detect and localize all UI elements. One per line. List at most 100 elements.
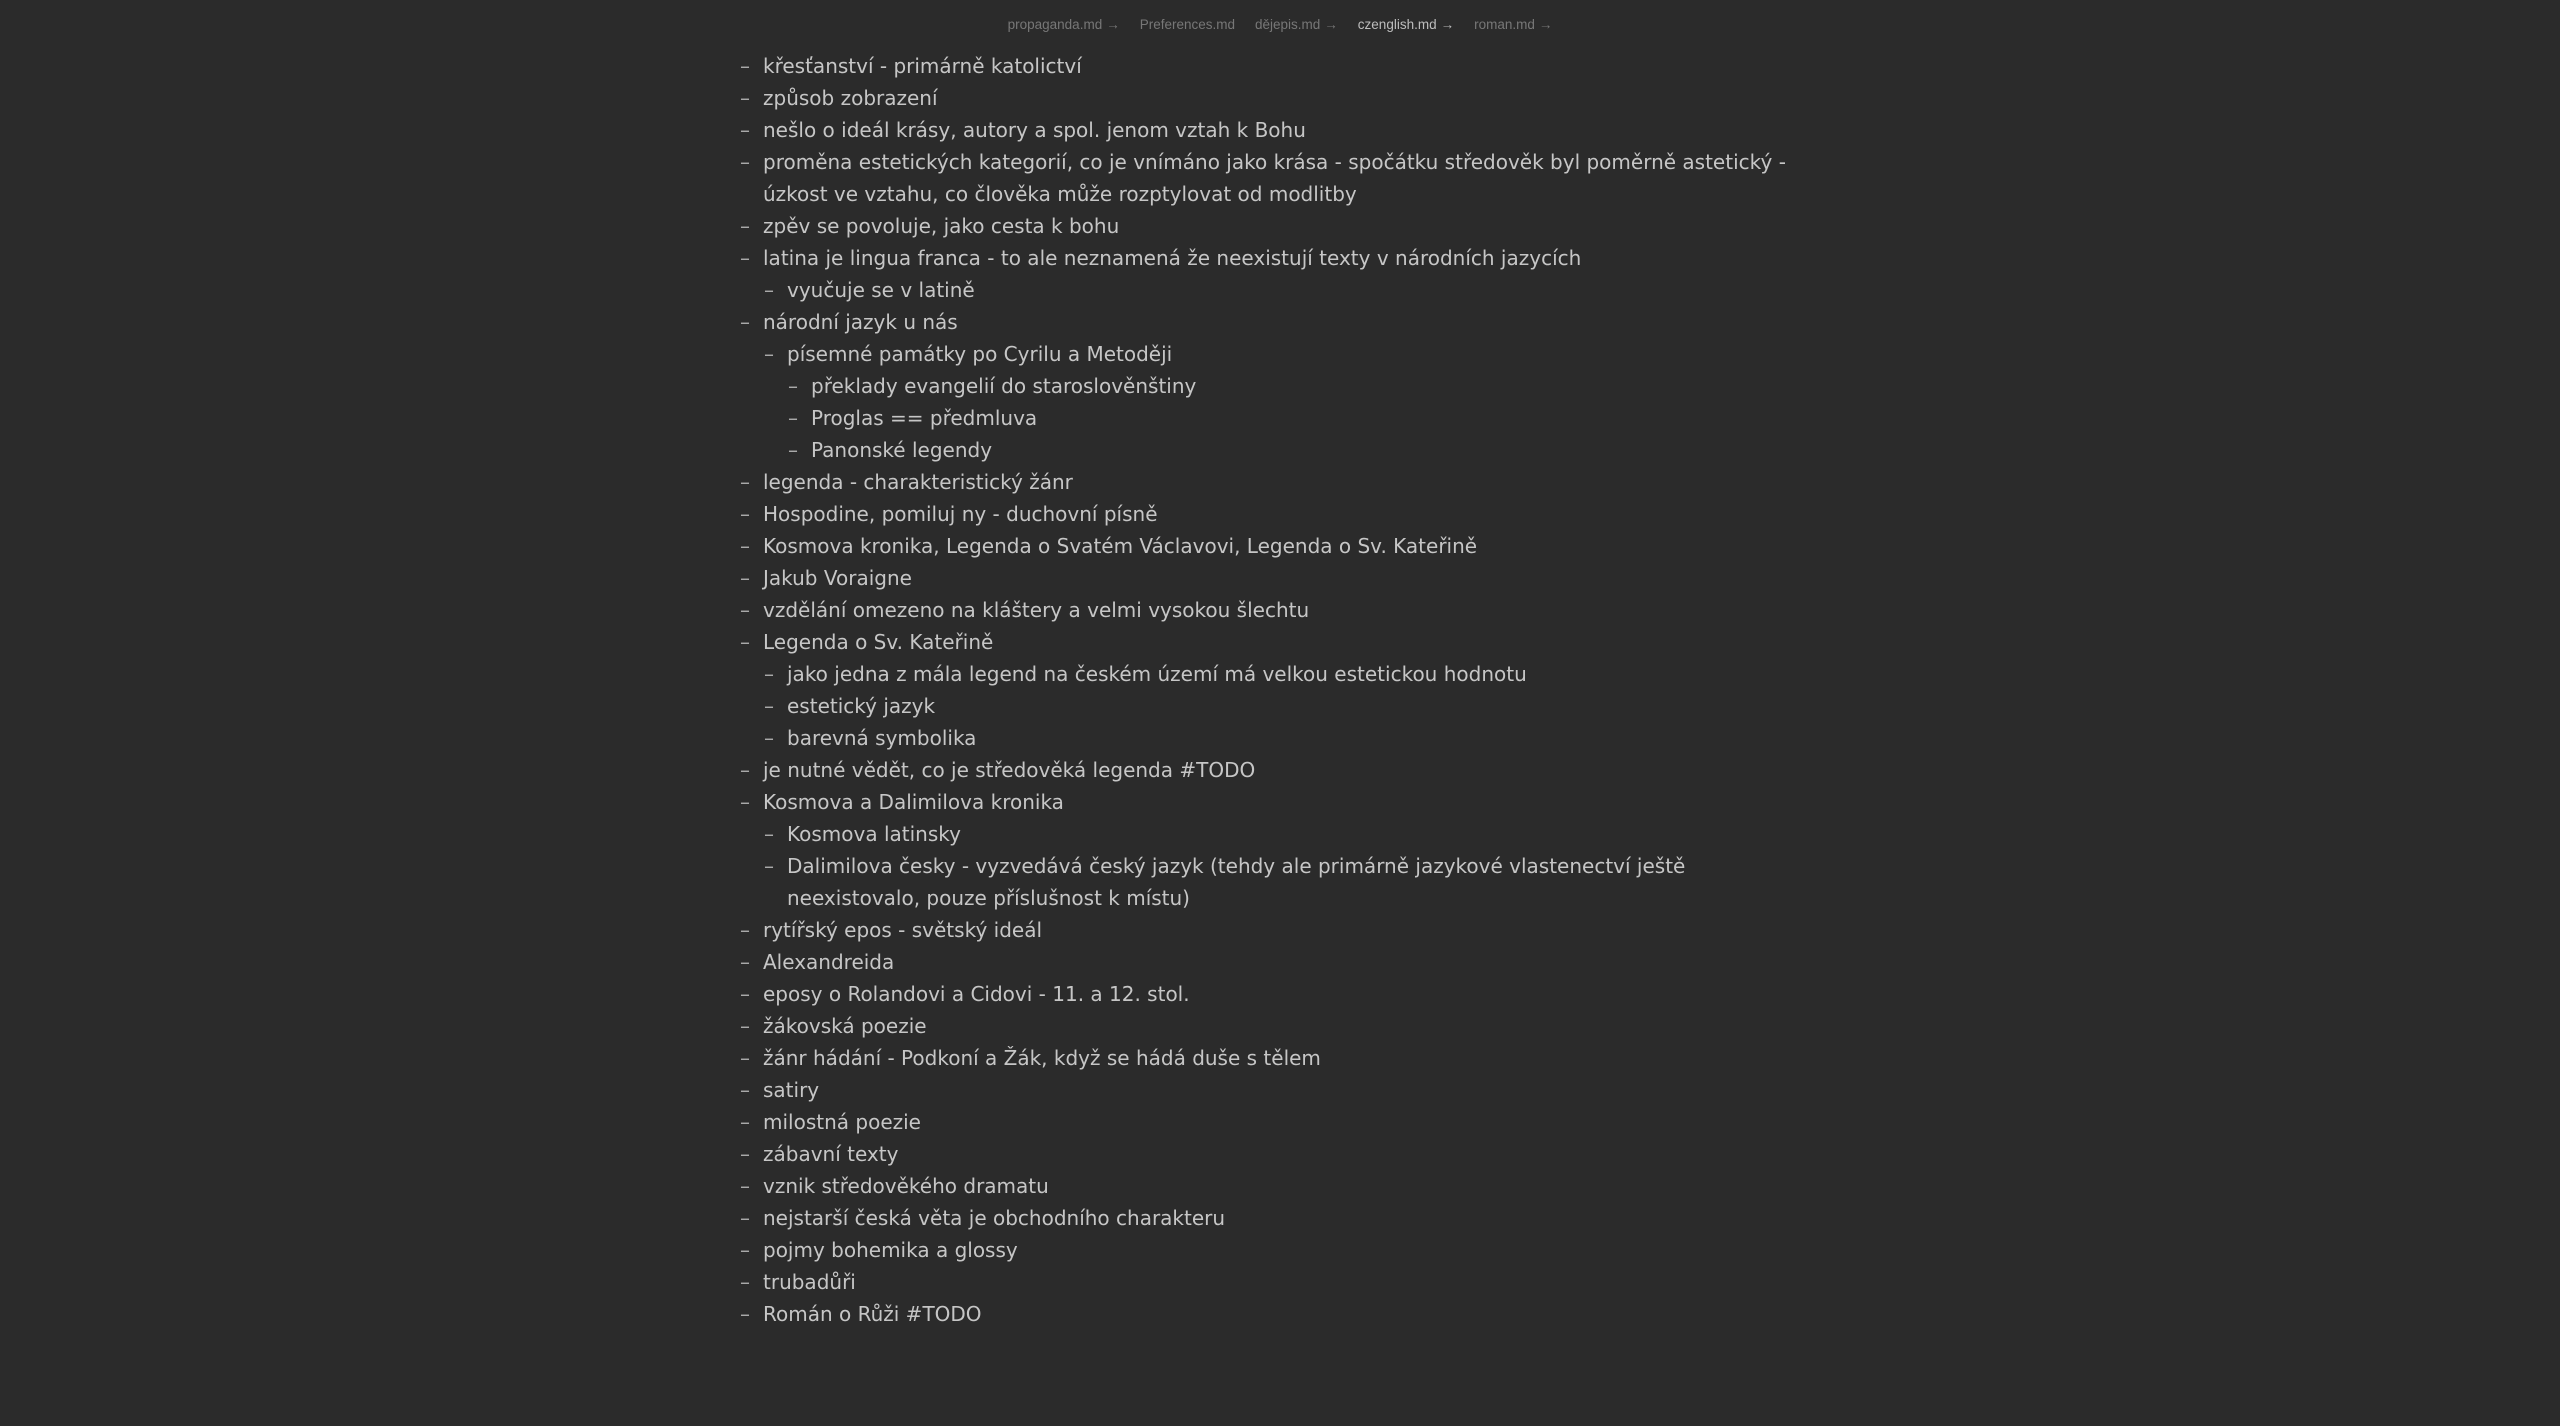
list-item-text: žákovská poezie	[763, 1014, 927, 1038]
list-item[interactable]: – Román o Růži #TODO	[740, 1298, 1820, 1330]
tab-label: Preferences.md	[1139, 16, 1235, 32]
list-item[interactable]: – vzdělání omezeno na kláštery a velmi vy…	[740, 594, 1820, 626]
bullet-dash-icon: –	[740, 246, 750, 270]
list-item[interactable]: – proměna estetických kategorií, co je vn…	[740, 146, 1820, 210]
tab-roman[interactable]: roman.md →	[1474, 15, 1552, 34]
bullet-dash-icon: –	[788, 438, 798, 462]
bullet-dash-icon: –	[740, 1206, 750, 1230]
list-item-text: proměna estetických kategorií, co je vní…	[763, 150, 1786, 206]
list-item[interactable]: – zpěv se povoluje, jako cesta k bohu	[740, 210, 1820, 242]
list-item[interactable]: – Jakub Voraigne	[740, 562, 1820, 594]
list-item[interactable]: – satiry	[740, 1074, 1820, 1106]
tab-label: czenglish.md	[1357, 16, 1437, 32]
bullet-dash-icon: –	[740, 502, 750, 526]
list-item[interactable]: – Legenda o Sv. Kateřině	[740, 626, 1820, 658]
bullet-dash-icon: –	[740, 310, 750, 334]
bullet-dash-icon: –	[740, 630, 750, 654]
list-item-text: milostná poezie	[763, 1110, 921, 1134]
list-item-text: Jakub Voraigne	[763, 566, 912, 590]
list-item[interactable]: – křesťanství - primárně katolictví	[740, 50, 1820, 82]
arrow-right-icon: →	[1324, 16, 1338, 32]
list-item-text: žánr hádání - Podkoní a Žák, když se hád…	[763, 1046, 1321, 1070]
list-item-text: estetický jazyk	[787, 694, 936, 718]
bullet-dash-icon: –	[764, 822, 774, 846]
tab-preferences[interactable]: Preferences.md	[1140, 15, 1235, 34]
list-item[interactable]: – vznik středověkého dramatu	[740, 1170, 1820, 1202]
list-item[interactable]: – je nutné vědět, co je středověká legend…	[740, 754, 1820, 786]
list-item-text: Panonské legendy	[811, 438, 993, 462]
list-item[interactable]: – Hospodine, pomiluj ny - duchovní písně	[740, 498, 1820, 530]
list-item[interactable]: – trubadůři	[740, 1266, 1820, 1298]
list-item-text: Legenda o Sv. Kateřině	[763, 630, 994, 654]
list-item-text: způsob zobrazení	[763, 86, 938, 110]
bullet-dash-icon: –	[740, 1110, 750, 1134]
tab-bar: propaganda.md → Preferences.md dějepis.md → c…	[0, 0, 2560, 48]
list-item[interactable]: – překlady evangelií do staroslověnštiny	[788, 370, 1820, 402]
list-item[interactable]: – zábavní texty	[740, 1138, 1820, 1170]
list-item-text: nejstarší česká věta je obchodního chara…	[763, 1206, 1226, 1230]
list-item-text: vzdělání omezeno na kláštery a velmi vys…	[763, 598, 1310, 622]
list-item[interactable]: – Kosmova a Dalimilova kronika	[740, 786, 1820, 818]
list-item[interactable]: – Panonské legendy	[788, 434, 1820, 466]
bullet-dash-icon: –	[740, 790, 750, 814]
tab-label: dějepis.md	[1255, 16, 1321, 32]
list-item[interactable]: – jako jedna z mála legend na českém územ…	[764, 658, 1820, 690]
bullet-dash-icon: –	[764, 278, 774, 302]
bullet-dash-icon: –	[740, 1142, 750, 1166]
bullet-dash-icon: –	[740, 214, 750, 238]
bullet-dash-icon: –	[740, 150, 750, 174]
list-item-text: legenda - charakteristický žánr	[763, 470, 1073, 494]
list-item[interactable]: – žákovská poezie	[740, 1010, 1820, 1042]
list-item-text: je nutné vědět, co je středověká legenda…	[763, 758, 1256, 782]
list-item[interactable]: – nejstarší česká věta je obchodního char…	[740, 1202, 1820, 1234]
list-item[interactable]: – národní jazyk u nás	[740, 306, 1820, 338]
bullet-dash-icon: –	[740, 86, 750, 110]
bullet-dash-icon: –	[764, 854, 774, 878]
list-item-text: Alexandreida	[763, 950, 895, 974]
list-item[interactable]: – estetický jazyk	[764, 690, 1820, 722]
list-item-text: překlady evangelií do staroslověnštiny	[811, 374, 1197, 398]
list-item[interactable]: – Alexandreida	[740, 946, 1820, 978]
list-item[interactable]: – pojmy bohemika a glossy	[740, 1234, 1820, 1266]
list-item[interactable]: – milostná poezie	[740, 1106, 1820, 1138]
list-item[interactable]: – barevná symbolika	[764, 722, 1820, 754]
list-item[interactable]: – Dalimilova česky - vyzvedává český jazy…	[764, 850, 1820, 914]
list-item[interactable]: – nešlo o ideál krásy, autory a spol. jen…	[740, 114, 1820, 146]
list-item-text: národní jazyk u nás	[763, 310, 958, 334]
list-item[interactable]: – písemné památky po Cyrilu a Metoději	[764, 338, 1820, 370]
bullet-dash-icon: –	[740, 1014, 750, 1038]
tab-label: roman.md	[1474, 16, 1535, 32]
list-item[interactable]: – Kosmova latinsky	[764, 818, 1820, 850]
list-item-text: Kosmova kronika, Legenda o Svatém Václav…	[763, 534, 1478, 558]
bullet-dash-icon: –	[788, 374, 798, 398]
list-item[interactable]: – legenda - charakteristický žánr	[740, 466, 1820, 498]
bullet-dash-icon: –	[740, 1238, 750, 1262]
bullet-dash-icon: –	[740, 950, 750, 974]
tab-czenglish[interactable]: czenglish.md →	[1358, 15, 1454, 34]
list-item-text: nešlo o ideál krásy, autory a spol. jeno…	[763, 118, 1306, 142]
list-item-text: satiry	[763, 1078, 820, 1102]
list-item-text: zábavní texty	[763, 1142, 899, 1166]
list-item[interactable]: – latina je lingua franca - to ale neznam…	[740, 242, 1820, 274]
arrow-right-icon: →	[1538, 16, 1553, 32]
tab-dějepis[interactable]: dějepis.md →	[1255, 15, 1338, 34]
list-item[interactable]: – Proglas == předmluva	[788, 402, 1820, 434]
list-item[interactable]: – způsob zobrazení	[740, 82, 1820, 114]
bullet-dash-icon: –	[764, 726, 774, 750]
list-item-text: Dalimilova česky - vyzvedává český jazyk…	[787, 854, 1686, 910]
list-item[interactable]: – žánr hádání - Podkoní a Žák, když se há…	[740, 1042, 1820, 1074]
list-item[interactable]: – rytířský epos - světský ideál	[740, 914, 1820, 946]
list-item-text: latina je lingua franca - to ale nezname…	[763, 246, 1582, 270]
list-item-text: jako jedna z mála legend na českém území…	[787, 662, 1527, 686]
list-item-text: eposy o Rolandovi a Cidovi - 11. a 12. s…	[763, 982, 1190, 1006]
bullet-dash-icon: –	[764, 342, 774, 366]
list-item[interactable]: – Kosmova kronika, Legenda o Svatém Václa…	[740, 530, 1820, 562]
tab-propaganda[interactable]: propaganda.md →	[1008, 15, 1120, 34]
list-item[interactable]: – eposy o Rolandovi a Cidovi - 11. a 12. …	[740, 978, 1820, 1010]
bullet-dash-icon: –	[740, 566, 750, 590]
bullet-dash-icon: –	[740, 598, 750, 622]
list-item-text: Román o Růži #TODO	[763, 1302, 982, 1326]
list-item[interactable]: – vyučuje se v latině	[764, 274, 1820, 306]
arrow-right-icon: →	[1440, 16, 1455, 32]
bullet-dash-icon: –	[740, 982, 750, 1006]
